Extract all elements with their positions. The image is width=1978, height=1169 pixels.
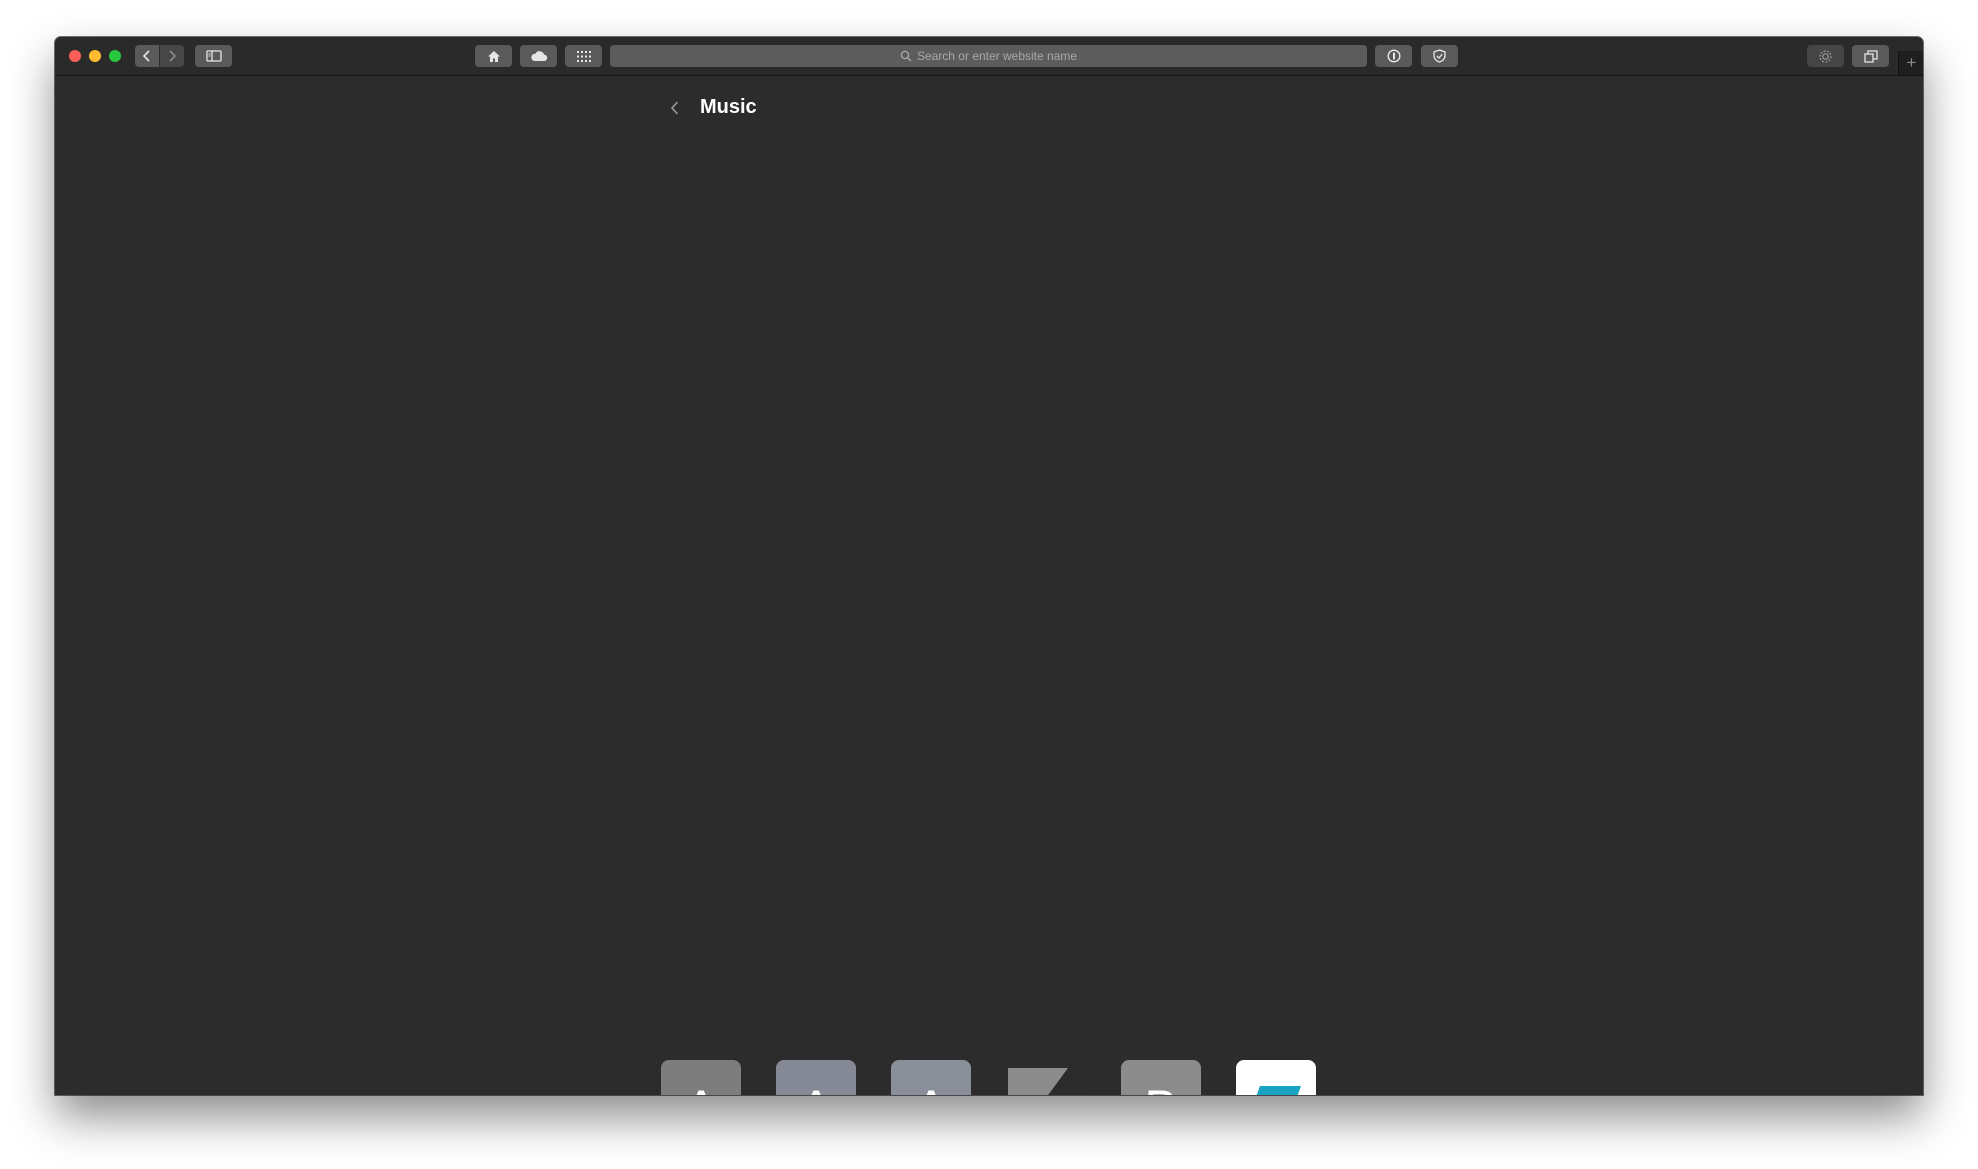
blue-parallelogram-logo-icon — [1256, 1086, 1301, 1095]
red-slash-logo-icon — [1008, 1068, 1068, 1095]
extension-button[interactable] — [1807, 45, 1844, 67]
back-button[interactable] — [135, 45, 159, 67]
chevron-right-icon — [169, 50, 177, 62]
tile-letter: A — [684, 1068, 717, 1095]
page-header: Music — [665, 96, 757, 119]
app-tile-a-3[interactable]: A — [891, 1060, 971, 1095]
app-tile-blue-logo[interactable] — [1236, 1060, 1316, 1095]
gear-icon — [1819, 49, 1832, 63]
browser-toolbar: Search or enter website name + — [55, 37, 1923, 76]
tile-letter: A — [914, 1068, 947, 1095]
maximize-window-button[interactable] — [109, 50, 121, 62]
minimize-window-button[interactable] — [89, 50, 101, 62]
new-tab-button[interactable]: + — [1898, 51, 1923, 75]
tab-overview-button[interactable] — [1852, 45, 1889, 67]
cloud-icon — [530, 51, 547, 61]
icloud-tabs-button[interactable] — [520, 45, 557, 67]
sidebar-icon — [205, 50, 222, 62]
app-tile-a-2[interactable]: A — [776, 1060, 856, 1095]
tile-letter: B — [1144, 1068, 1177, 1095]
close-window-button[interactable] — [69, 50, 81, 62]
chevron-left-icon — [142, 50, 150, 62]
grid-icon — [576, 50, 591, 62]
password-manager-button[interactable] — [1375, 45, 1412, 67]
browser-window: Search or enter website name + Music A — [55, 37, 1923, 1095]
page-title: Music — [700, 96, 757, 118]
tab-overview-icon — [1863, 49, 1878, 63]
search-icon — [900, 50, 912, 62]
back-chevron-icon[interactable] — [665, 98, 685, 118]
address-placeholder: Search or enter website name — [916, 49, 1078, 63]
shield-icon — [1433, 49, 1446, 63]
sidebar-toggle-button[interactable] — [195, 45, 232, 67]
app-tile-red-slash[interactable] — [1006, 1060, 1086, 1095]
address-bar[interactable]: Search or enter website name — [610, 45, 1367, 67]
page-content: Music A A A B — [55, 76, 1923, 1095]
app-tile-a-1[interactable]: A — [661, 1060, 741, 1095]
top-sites-button[interactable] — [565, 45, 602, 67]
home-icon — [487, 50, 500, 62]
forward-button[interactable] — [160, 45, 184, 67]
tile-letter: A — [799, 1068, 832, 1095]
password-manager-icon — [1386, 49, 1401, 63]
ad-blocker-button[interactable] — [1421, 45, 1458, 67]
app-tile-b[interactable]: B — [1121, 1060, 1201, 1095]
home-button[interactable] — [475, 45, 512, 67]
